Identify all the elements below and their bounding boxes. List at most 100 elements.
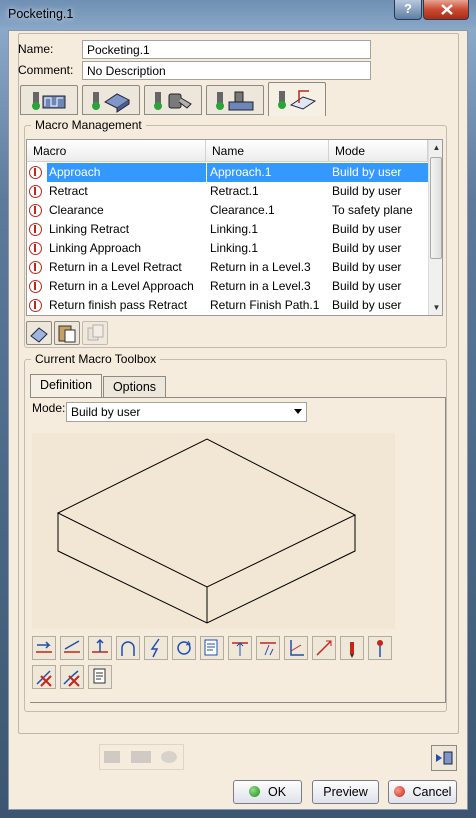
list-scrollbar[interactable]: ▲ ▼	[428, 140, 442, 315]
name-cell: Return Finish Path.1	[210, 298, 320, 312]
column-header-macro[interactable]: Macro	[27, 140, 206, 162]
simulation-button[interactable]	[128, 746, 154, 768]
pen-icon	[350, 642, 354, 658]
axial-motion-tool[interactable]	[88, 636, 112, 660]
macro-management-title: Macro Management	[31, 118, 146, 132]
tab-options[interactable]: Options	[103, 376, 166, 398]
macro-cell: Approach	[47, 163, 206, 182]
point-vector-icon	[260, 642, 276, 656]
edit-macro-button[interactable]	[26, 321, 52, 345]
paste-macro-button[interactable]	[54, 321, 80, 345]
ok-button[interactable]: OK	[233, 780, 302, 804]
mode-status-icon	[29, 242, 42, 255]
table-row[interactable]: Return in a Level Approach Return in a Le…	[27, 277, 428, 296]
macro-list[interactable]: Macro Name Mode Approach Approach.1 Build …	[26, 139, 443, 316]
mode-cell: Build by user	[332, 241, 402, 255]
cancel-button[interactable]: Cancel	[388, 780, 457, 804]
ok-label: OK	[267, 785, 287, 799]
tab-strategy[interactable]	[20, 85, 78, 115]
table-row[interactable]: Approach Approach.1 Build by user	[27, 163, 428, 182]
cycle-motion-tool[interactable]	[172, 636, 196, 660]
delete-all-icon	[63, 670, 80, 687]
macro-cell: Linking Approach	[49, 241, 142, 255]
ramping-motion-icon	[64, 640, 80, 653]
scroll-up-arrow[interactable]: ▲	[429, 140, 442, 156]
tab-definition[interactable]: Definition	[30, 374, 102, 398]
analyze-button[interactable]	[157, 746, 181, 768]
help-button[interactable]: ?	[394, 0, 422, 20]
normal-vector-icon	[232, 642, 248, 656]
macro-cell: Linking Retract	[49, 222, 130, 236]
comment-label: Comment:	[18, 63, 74, 77]
simulation-icon	[131, 751, 151, 763]
tab-feeds-speeds[interactable]	[206, 85, 264, 115]
column-header-mode[interactable]: Mode	[329, 140, 428, 162]
scroll-down-arrow[interactable]: ▼	[429, 300, 442, 315]
name-field[interactable]: Pocketing.1	[82, 40, 371, 59]
name-cell: Return in a Level.3	[210, 279, 311, 293]
cancel-label: Cancel	[412, 785, 452, 799]
comment-field[interactable]: No Description	[82, 61, 371, 80]
mode-cell: Build by user	[332, 222, 402, 236]
tab-macros[interactable]	[268, 82, 326, 116]
strategy-tab-icon	[32, 92, 66, 110]
table-row[interactable]: Linking Approach Linking.1 Build by user	[27, 239, 428, 258]
mode-cell: Build by user	[332, 184, 402, 198]
play-path-icon	[436, 751, 453, 765]
helix-motion-tool[interactable]	[144, 636, 168, 660]
normal-motion-tool[interactable]	[228, 636, 252, 660]
document-icon	[93, 668, 106, 684]
feeds-speeds-tab-icon	[216, 91, 254, 111]
tab-geometry[interactable]	[82, 85, 140, 115]
column-header-name[interactable]: Name	[206, 140, 329, 162]
remove-motion-tool[interactable]	[32, 665, 56, 689]
replay-tool-path-button[interactable]	[431, 745, 457, 771]
tab-tool[interactable]	[144, 85, 202, 115]
table-row[interactable]: Linking Retract Linking.1 Build by user	[27, 220, 428, 239]
point-select-tool[interactable]	[368, 636, 392, 660]
plane-motion-tool[interactable]	[284, 636, 308, 660]
tangent-motion-icon	[36, 641, 52, 653]
text-motion-tool[interactable]	[200, 636, 224, 660]
analyze-icon	[161, 751, 177, 763]
mode-status-icon	[29, 299, 42, 312]
macro-preview-canvas	[32, 433, 395, 629]
name-cell: Approach.1	[207, 163, 329, 182]
table-row[interactable]: Clearance Clearance.1 To safety plane	[27, 201, 428, 220]
circular-motion-tool[interactable]	[116, 636, 140, 660]
copy-macro-button[interactable]	[82, 321, 108, 345]
mode-status-icon	[29, 166, 42, 179]
axial-motion-icon	[92, 638, 108, 653]
name-cell: Return in a Level.3	[210, 260, 311, 274]
preview-button[interactable]: Preview	[312, 780, 379, 804]
mode-select[interactable]: Build by user	[66, 402, 307, 422]
scroll-thumb[interactable]	[430, 157, 442, 259]
replay-icon	[104, 751, 120, 763]
table-row[interactable]: Return finish pass Retract Return Finish …	[27, 296, 428, 315]
macro-cell: Return finish pass Retract	[49, 298, 188, 312]
cycle-icon	[177, 640, 191, 655]
table-row[interactable]: Retract Retract.1 Build by user	[27, 182, 428, 201]
ramping-motion-tool[interactable]	[60, 636, 84, 660]
geometry-tab-icon	[92, 92, 130, 113]
macro-cell: Return in a Level Approach	[49, 279, 194, 293]
table-row[interactable]: Return in a Level Retract Return in a Lev…	[27, 258, 428, 277]
close-icon	[441, 4, 453, 15]
tool-path-replay-button[interactable]	[101, 746, 125, 768]
tangent-motion-tool[interactable]	[32, 636, 56, 660]
copy-icon	[87, 324, 104, 341]
clipboard-icon	[58, 325, 76, 343]
delete-motion-icon	[36, 670, 52, 687]
name-label: Name:	[18, 42, 54, 56]
ok-icon	[248, 786, 260, 797]
close-button[interactable]	[423, 0, 469, 20]
point-motion-tool[interactable]	[256, 636, 280, 660]
mode-cell: Build by user	[329, 163, 428, 182]
chevron-down-icon	[294, 409, 302, 414]
remove-all-motions-tool[interactable]	[60, 665, 84, 689]
copy-motions-tool[interactable]	[88, 665, 112, 689]
mode-status-icon	[29, 280, 42, 293]
eraser-icon	[30, 327, 48, 343]
retract-motion-tool[interactable]	[340, 636, 364, 660]
line-motion-tool[interactable]	[312, 636, 336, 660]
